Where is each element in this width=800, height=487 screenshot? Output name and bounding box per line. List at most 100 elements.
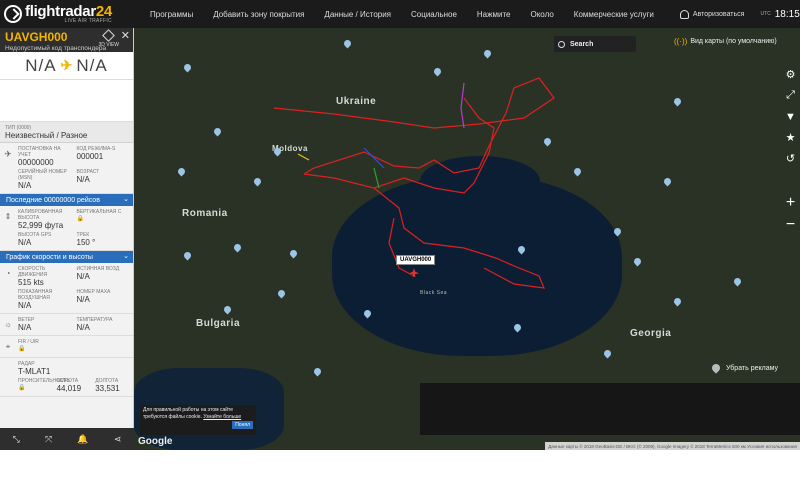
- nav-item-social[interactable]: Социальное: [401, 10, 467, 19]
- star-icon[interactable]: ★: [781, 127, 800, 148]
- history-icon[interactable]: ↺: [781, 148, 800, 169]
- logo-text: flightradar: [25, 2, 96, 20]
- filter-icon[interactable]: ▼: [781, 106, 800, 127]
- search-label: Search: [570, 40, 594, 48]
- logo[interactable]: flightradar24 LIVE AIR TRAFFIC: [0, 2, 140, 24]
- map-view-button[interactable]: ((·)) Вид карты (по умолчанию): [674, 37, 777, 46]
- track-value: 150 °: [76, 238, 96, 247]
- altitude-row: ⇕ КАЛИБРОВАННАЯ ВЫСОТА 52,999 фута ВЕРТИК…: [0, 206, 133, 251]
- weather-icon: ☼: [4, 320, 12, 329]
- cookie-learn-more-link[interactable]: Узнайте больше: [203, 414, 241, 420]
- country-label-bulgaria: Bulgaria: [196, 318, 241, 329]
- country-label-ukraine: Ukraine: [336, 96, 377, 107]
- temperature-value: N/A: [76, 323, 90, 332]
- speed-altitude-label: График скорости и высоты: [6, 253, 93, 261]
- alert-icon[interactable]: 🔔: [77, 434, 88, 445]
- lock-icon: 🔒: [76, 216, 84, 222]
- cube-icon: [102, 29, 116, 42]
- main-nav: Программы Добавить зону покрытия Данные …: [140, 0, 664, 28]
- lock-icon: 🔒: [18, 346, 26, 352]
- route-icon[interactable]: ⤡: [13, 434, 20, 445]
- airplane-icon: ✈: [4, 149, 12, 159]
- nav-item-about[interactable]: Около: [520, 10, 563, 19]
- radar-value: T-MLAT1: [18, 367, 51, 376]
- track-red-2: [303, 173, 545, 289]
- registration-value: 00000000: [18, 158, 54, 167]
- search-button[interactable]: Search: [554, 36, 636, 52]
- registration-row: ✈ ПОСТАНОВКА НА УЧЕТ 00000000 КОД РЕЖИМА-…: [0, 143, 133, 194]
- aircraft-photo: [0, 80, 133, 122]
- aircraft-label[interactable]: UAVGH000: [396, 255, 436, 265]
- cookie-notice: Для правильной работы на этом сайте треб…: [140, 405, 256, 435]
- settings-icon[interactable]: ⚙: [781, 64, 800, 85]
- destination-code: N/A: [76, 55, 108, 75]
- track-blue: [363, 147, 385, 169]
- map[interactable]: Ukraine Moldova Romania Bulgaria Georgia…: [134, 28, 800, 450]
- nav-item-data-history[interactable]: Данные / История: [314, 10, 401, 19]
- country-label-romania: Romania: [182, 208, 228, 219]
- radar-row: РАДАР T-MLAT1 ПРОНСИТЕЛЬНОСТЬ 🔒 ШИРОТА 44,0…: [0, 358, 133, 397]
- recent-flights-label: Последние 00000000 рейсов: [6, 196, 100, 204]
- weather-row: ☼ ВЕТЕР N/A ТЕМПЕРАТУРА N/A: [0, 314, 133, 336]
- nav-item-add-coverage[interactable]: Добавить зону покрытия: [203, 10, 314, 19]
- google-logo: Google: [138, 436, 173, 447]
- clock: 18:15: [774, 8, 800, 20]
- track-red-4: [388, 217, 415, 277]
- login-button[interactable]: Авторизоваться: [679, 9, 745, 19]
- lock-icon: 🔒: [18, 385, 26, 391]
- latitude-value: 44,019: [56, 384, 82, 393]
- type-value: Неизвестный / Разное: [5, 131, 88, 140]
- expand-icon[interactable]: ⤧: [45, 434, 52, 445]
- search-icon: [558, 40, 565, 48]
- 3d-view-button[interactable]: 3D VIEW: [98, 29, 119, 48]
- map-tools: ⚙ ⤢ ▼ ★ ↺: [781, 64, 800, 169]
- nav-item-programs[interactable]: Программы: [140, 10, 203, 19]
- remove-ads-button[interactable]: Убрать рекламу: [710, 362, 778, 374]
- fir-row: ⌖ FIR / UIR 🔒: [0, 336, 133, 358]
- flight-panel: UAVGH000 Недопустимый код транспондера 3…: [0, 28, 134, 450]
- indicated-airspeed-label: ПОКАЗАННАЯ ВОЗДУШНАЯ: [18, 289, 53, 301]
- map-view-label: Вид карты (по умолчанию): [690, 38, 777, 45]
- sea-label: Black Sea: [420, 290, 448, 296]
- calibrated-altitude-value: 52,999 фута: [18, 221, 64, 230]
- pin-icon: [710, 362, 722, 374]
- age-value: N/A: [76, 175, 90, 184]
- longitude-value: 33,531: [95, 384, 120, 393]
- altitude-icon: ⇕: [4, 212, 12, 221]
- gps-altitude-value: N/A: [18, 238, 32, 247]
- modes-value: 000001: [76, 152, 104, 161]
- route: N/A ✈ N/A: [0, 52, 133, 80]
- 3d-view-label: 3D VIEW: [98, 42, 119, 48]
- registration-label: ПОСТАНОВКА НА УЧЕТ: [18, 146, 61, 158]
- nav-item-press[interactable]: Нажмите: [467, 10, 521, 19]
- radar-icon: ⌖: [5, 342, 11, 351]
- speed-row: ◔ СКОРОСТЬ ДВИЖЕНИЯ 515 kts ИСТИННАЯ ВОЗД…: [0, 263, 133, 314]
- logo-suffix: 24: [95, 2, 112, 20]
- recent-flights-bar[interactable]: Последние 00000000 рейсов ⌄: [0, 194, 133, 206]
- serial-value: N/A: [18, 181, 32, 190]
- cookie-accept-button[interactable]: Понял: [232, 421, 253, 429]
- chevron-down-icon: ⌄: [123, 196, 129, 203]
- true-airspeed-value: N/A: [76, 272, 90, 281]
- utc-label: UTC: [760, 11, 771, 17]
- map-attribution: Данные карты © 2018 GeoBasis-DE / BKG (©…: [545, 442, 800, 450]
- zoom-out-button[interactable]: −: [781, 214, 800, 236]
- close-icon[interactable]: ✕: [121, 29, 130, 42]
- track-red-3: [373, 97, 495, 194]
- track-purple: [460, 82, 465, 129]
- fullscreen-icon[interactable]: ⤢: [781, 85, 800, 106]
- chevron-down-icon: ⌄: [123, 253, 129, 260]
- zoom-in-button[interactable]: +: [781, 192, 800, 214]
- share-icon[interactable]: ⋖: [114, 434, 122, 445]
- wind-value: N/A: [18, 323, 32, 332]
- top-bar: flightradar24 LIVE AIR TRAFFIC Программы…: [0, 0, 800, 28]
- track-red-1: [273, 77, 555, 175]
- logo-icon: [4, 5, 22, 23]
- flight-header: UAVGH000 Недопустимый код транспондера 3…: [0, 28, 133, 52]
- login-label: Авторизоваться: [692, 10, 745, 18]
- serial-label: СЕРИЙНЫЙ НОМЕР (MSN): [18, 169, 67, 181]
- track-yellow: [297, 153, 310, 161]
- speed-altitude-graph-bar[interactable]: График скорости и высоты ⌄: [0, 251, 133, 263]
- origin-code: N/A: [25, 55, 57, 75]
- nav-item-commercial[interactable]: Коммерческие услуги: [564, 10, 664, 19]
